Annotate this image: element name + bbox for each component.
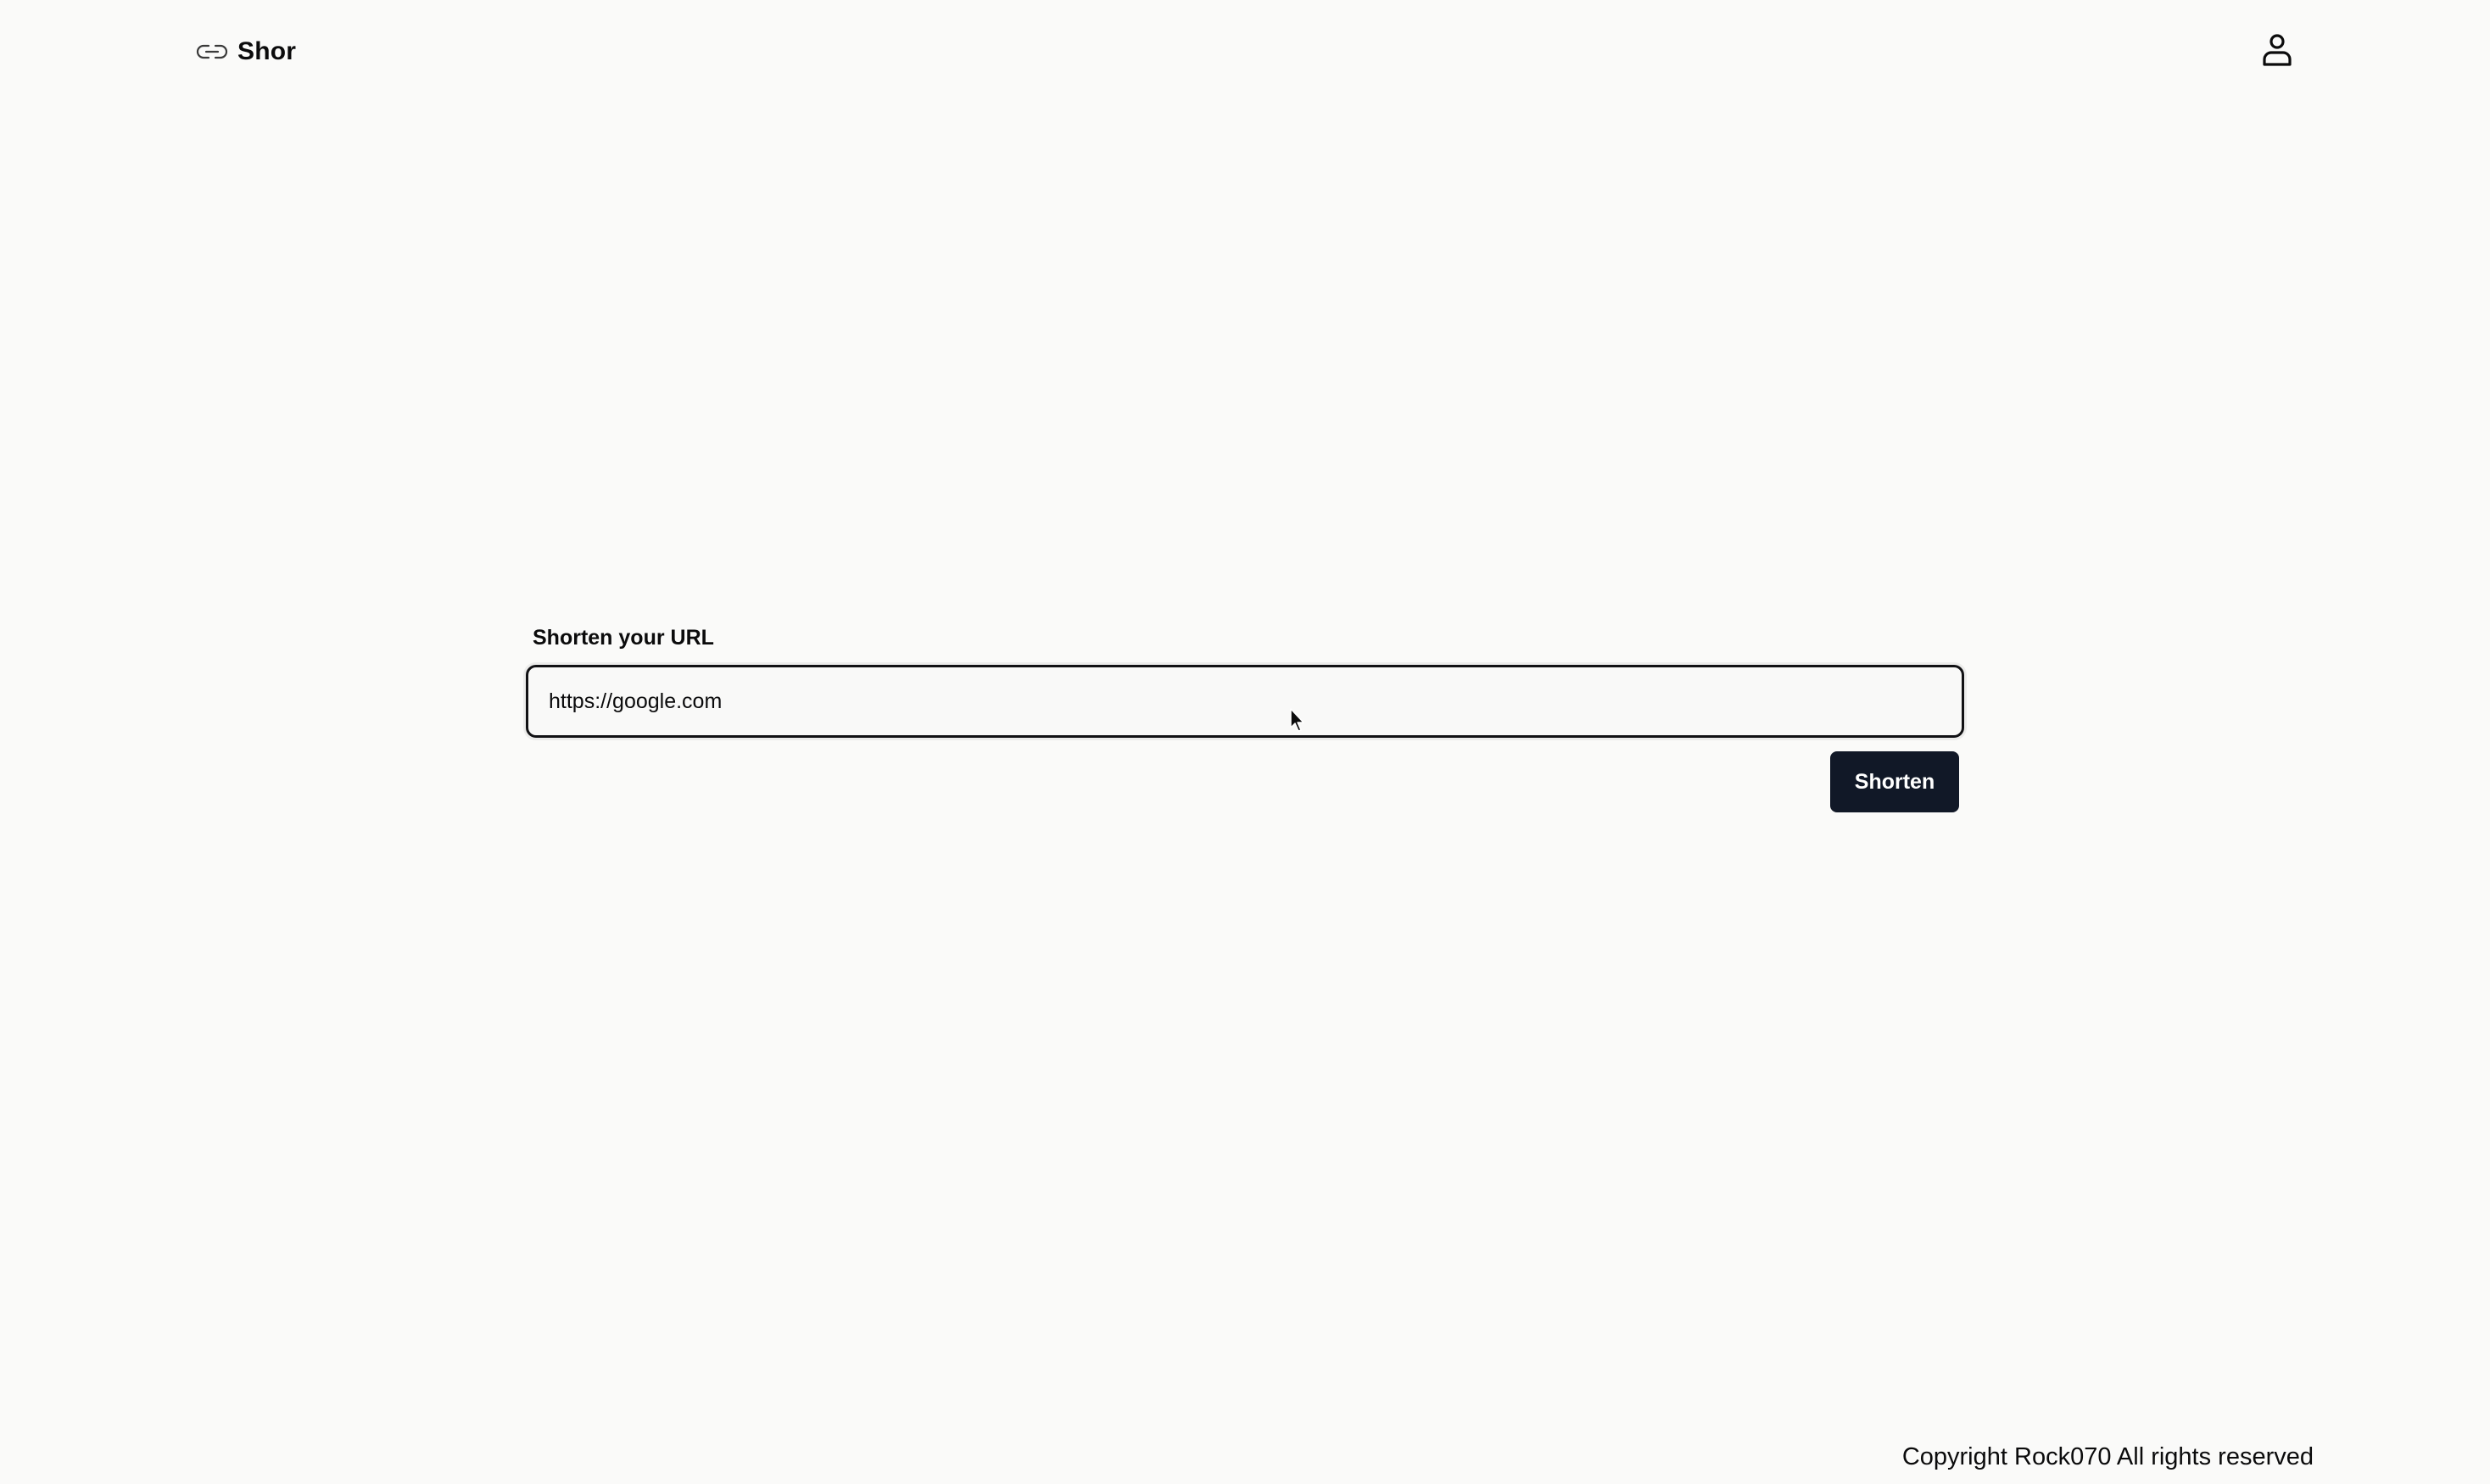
url-input[interactable] <box>526 665 1964 738</box>
site-header: Shor <box>0 0 2490 102</box>
form-actions: Shorten <box>526 751 1964 812</box>
footer-copyright: Copyright Rock070 All rights reserved <box>1901 1443 2314 1470</box>
link-icon <box>195 42 229 61</box>
mouse-cursor-icon <box>1289 707 1306 734</box>
shorten-button[interactable]: Shorten <box>1830 751 1959 812</box>
user-icon <box>2261 33 2293 71</box>
shorten-form: Shorten your URL Shorten <box>526 626 1964 812</box>
user-menu-button[interactable] <box>2258 32 2297 71</box>
url-field-label: Shorten your URL <box>533 626 714 650</box>
brand-home-link[interactable]: Shor <box>195 32 296 71</box>
brand-name: Shor <box>237 37 297 65</box>
